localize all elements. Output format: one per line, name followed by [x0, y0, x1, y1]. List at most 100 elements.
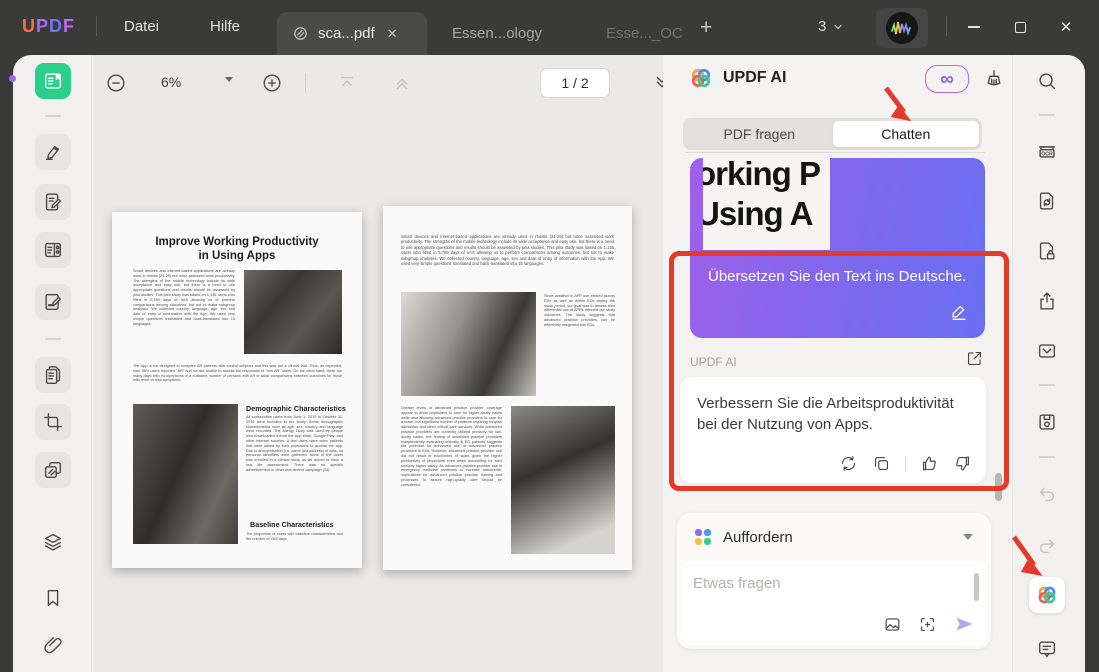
thumbs-up-icon[interactable] — [920, 454, 939, 473]
chat-input-area[interactable] — [681, 561, 987, 645]
menu-datei[interactable]: Datei — [124, 18, 159, 35]
doc-photo-smiling-woman — [401, 292, 536, 396]
tool-reader[interactable] — [35, 63, 71, 99]
infinity-icon: ∞ — [940, 70, 954, 89]
tool-undo[interactable] — [1029, 475, 1065, 511]
tool-form[interactable] — [35, 232, 71, 268]
zoom-in-icon — [261, 72, 283, 94]
maximize-button[interactable] — [1009, 17, 1031, 37]
tool-ocr[interactable]: OCR — [1029, 133, 1065, 169]
minimize-button[interactable] — [963, 17, 985, 37]
tool-convert[interactable] — [1029, 183, 1065, 219]
document-tab-3[interactable]: Esse..._OC — [592, 12, 697, 55]
layers-icon — [42, 531, 64, 553]
edit-icon — [42, 191, 64, 213]
image-icon[interactable] — [883, 615, 902, 634]
screenshot-icon[interactable] — [918, 615, 937, 634]
bookmark-icon — [42, 587, 64, 609]
ai-panel-title: UPDF AI — [723, 69, 786, 87]
tool-redo[interactable] — [1029, 527, 1065, 563]
send-icon[interactable] — [953, 613, 975, 635]
close-button[interactable]: ✕ — [1055, 17, 1077, 37]
prompt-dropdown[interactable]: Auffordern — [695, 513, 973, 561]
pdf-page-2[interactable]: Smart devices and internet-based applica… — [383, 206, 632, 570]
clear-chat-button[interactable] — [983, 68, 1005, 95]
doc-title-line2: in Using Apps — [112, 250, 362, 264]
tab-count-dropdown[interactable]: 3 — [818, 18, 844, 35]
input-scrollbar[interactable] — [974, 573, 979, 601]
doc-text-block: Since variation in APP use existed acros… — [544, 294, 615, 394]
previous-pages-icon — [391, 72, 413, 94]
zoom-level: 6% — [161, 74, 181, 90]
left-toolbar — [13, 55, 92, 672]
protect-lock-icon — [1036, 240, 1058, 262]
tool-mail[interactable] — [1029, 333, 1065, 369]
tool-updf-ai[interactable] — [1029, 577, 1065, 613]
right-toolbar: OCR — [1012, 55, 1085, 672]
broom-icon — [983, 68, 1005, 90]
tool-share[interactable] — [1029, 283, 1065, 319]
reader-icon — [42, 70, 64, 92]
svg-text:OCR: OCR — [1041, 151, 1053, 157]
copy-icon[interactable] — [872, 454, 891, 473]
tool-edit[interactable] — [35, 184, 71, 220]
previous-pages-button[interactable] — [391, 72, 413, 94]
mail-icon — [1036, 340, 1058, 362]
tab-chatten[interactable]: Chatten — [833, 121, 980, 147]
attachment-text-line1: orking P — [703, 158, 830, 194]
page-indicator[interactable]: 1 / 2 — [540, 68, 610, 98]
tool-organize-pages[interactable] — [35, 357, 71, 393]
zoom-dropdown[interactable] — [225, 77, 233, 82]
zoom-in-button[interactable] — [261, 72, 283, 94]
tab-label: Esse..._OC — [606, 25, 683, 42]
tab-pdf-fragen[interactable]: PDF fragen — [686, 121, 833, 147]
tool-protect[interactable] — [1029, 233, 1065, 269]
tool-comment[interactable] — [35, 134, 71, 170]
tool-layers[interactable] — [35, 524, 71, 560]
thumbs-down-icon[interactable] — [953, 454, 972, 473]
new-tab-button[interactable]: + — [700, 16, 712, 40]
document-tab-2[interactable]: Essen...ology — [438, 12, 556, 55]
ask-input[interactable] — [693, 575, 933, 592]
export-response-button[interactable] — [965, 349, 984, 373]
chat-scrollbar[interactable] — [995, 473, 1002, 501]
doc-photo-meeting — [244, 270, 342, 354]
doc-text-block: The proportion of users with baseline ch… — [246, 532, 343, 544]
tab-count: 3 — [818, 18, 826, 35]
doc-title-line1: Improve Working Productivity — [112, 236, 362, 250]
crop-icon — [42, 411, 64, 433]
document-canvas: 6% 1 / 2 Improve Working Productivity in… — [93, 55, 663, 672]
attachment-text-line2: Using A — [703, 194, 830, 234]
edit-message-button[interactable] — [949, 301, 969, 326]
title-bar: UPDF Datei Hilfe sca...pdf ✕ Essen...olo… — [0, 0, 1099, 55]
document-tab-active[interactable]: sca...pdf ✕ — [277, 12, 427, 55]
doc-photo-laptops — [133, 404, 238, 544]
tool-crop[interactable] — [35, 404, 71, 440]
tool-sign[interactable] — [35, 284, 71, 320]
message-image-attachment: orking P Using A — [703, 158, 830, 250]
ai-panel-header: UPDF AI — [688, 65, 786, 91]
redo-icon — [1036, 534, 1058, 556]
user-message-text: Übersetzen Sie den Text ins Deutsche. — [708, 268, 970, 285]
tool-attachment[interactable] — [35, 627, 71, 663]
close-icon: ✕ — [1060, 18, 1073, 36]
tab-close-icon[interactable]: ✕ — [387, 26, 398, 42]
maximize-icon — [1015, 22, 1026, 33]
regenerate-icon[interactable] — [839, 454, 858, 473]
tool-bookmark[interactable] — [35, 580, 71, 616]
tool-watermark[interactable] — [35, 452, 71, 488]
ai-tab-switcher: PDF fragen Chatten — [683, 118, 982, 150]
first-page-button[interactable] — [336, 72, 358, 94]
account-avatar[interactable] — [876, 8, 928, 48]
doc-heading: Demographic Characteristics — [246, 404, 346, 413]
tool-save[interactable] — [1029, 404, 1065, 440]
tool-comment-panel[interactable] — [1029, 631, 1065, 667]
tool-search[interactable] — [1029, 63, 1065, 99]
updf-ai-icon — [1035, 583, 1059, 607]
doc-photo-writing-woman — [511, 406, 615, 554]
sidebar-divider — [45, 115, 61, 117]
unlimited-badge[interactable]: ∞ — [925, 65, 969, 93]
pdf-page-1[interactable]: Improve Working Productivity in Using Ap… — [112, 212, 362, 568]
menu-hilfe[interactable]: Hilfe — [210, 18, 240, 35]
zoom-out-button[interactable] — [105, 72, 127, 94]
